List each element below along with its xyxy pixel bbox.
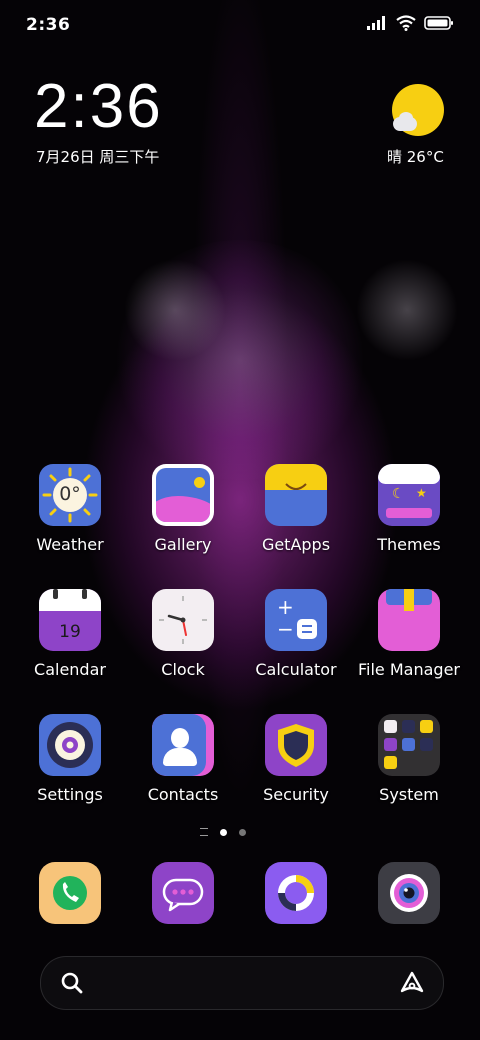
app-label: Calendar [34,660,106,679]
search-bar[interactable] [40,956,444,1010]
signal-icon [367,16,385,30]
page-indicator [200,828,246,836]
app-label: Gallery [154,535,212,554]
security-icon [265,714,327,776]
wallpaper-flower-left [120,255,230,365]
system-folder-icon [378,714,440,776]
app-label: Contacts [147,785,219,804]
app-gallery[interactable]: Gallery [127,464,239,554]
app-label: Themes [377,535,441,554]
weather-icon: 0° [39,464,101,526]
contacts-icon [152,714,214,776]
app-calendar[interactable]: 19 Calendar [14,589,126,679]
app-themes[interactable]: ☾ ★ Themes [353,464,465,554]
camera-icon [390,874,428,912]
wallpaper-flower-right [352,255,462,365]
app-label: Calculator [255,660,337,679]
file-manager-icon [378,589,440,651]
app-settings[interactable]: Settings [14,714,126,804]
app-security[interactable]: Security [240,714,352,804]
status-bar: 2:36 [0,0,480,50]
dock-messages-button[interactable] [152,862,214,924]
app-clock[interactable]: Clock [127,589,239,679]
app-weather[interactable]: 0° Weather [14,464,126,554]
phone-icon [53,876,87,910]
app-label: GetApps [261,535,331,554]
messages-icon [162,878,204,912]
app-label: System [379,785,439,804]
app-label: Security [263,785,329,804]
dock-camera-button[interactable] [378,862,440,924]
app-contacts[interactable]: Contacts [127,714,239,804]
calendar-badge: 19 [59,622,81,642]
app-calculator[interactable]: + − Calculator [240,589,352,679]
page-dot-active[interactable] [220,828,227,836]
page-dot[interactable] [239,828,246,836]
calendar-icon: 19 [39,589,101,651]
clock-icon [152,589,214,651]
status-icons [366,15,454,31]
browser-icon [278,875,314,911]
app-file-manager[interactable]: File Manager [353,589,465,679]
gallery-icon [152,464,214,526]
calculator-icon: + − [265,589,327,651]
settings-icon [39,714,101,776]
dock-phone-button[interactable] [39,862,101,924]
weather-text: 晴 26°C [387,148,444,166]
getapps-icon [265,464,327,526]
app-system-folder[interactable]: System [353,714,465,804]
weather-badge: 0° [59,483,81,505]
wifi-icon [396,15,416,31]
wallpaper-flower [110,240,370,480]
clock-widget-time[interactable]: 2:36 [34,76,163,138]
app-label: Weather [36,535,104,554]
app-label: File Manager [358,660,460,679]
app-getapps[interactable]: GetApps [240,464,352,554]
app-label: Clock [161,660,205,679]
status-time: 2:36 [26,15,71,35]
clock-widget-date: 7月26日 周三下午 [36,148,160,166]
assistant-icon[interactable] [399,970,425,996]
feed-page-icon[interactable] [200,828,208,836]
app-label: Settings [37,785,103,804]
dock-browser-button[interactable] [265,862,327,924]
battery-icon [424,16,453,30]
themes-icon: ☾ ★ [378,464,440,526]
search-icon [61,972,83,994]
